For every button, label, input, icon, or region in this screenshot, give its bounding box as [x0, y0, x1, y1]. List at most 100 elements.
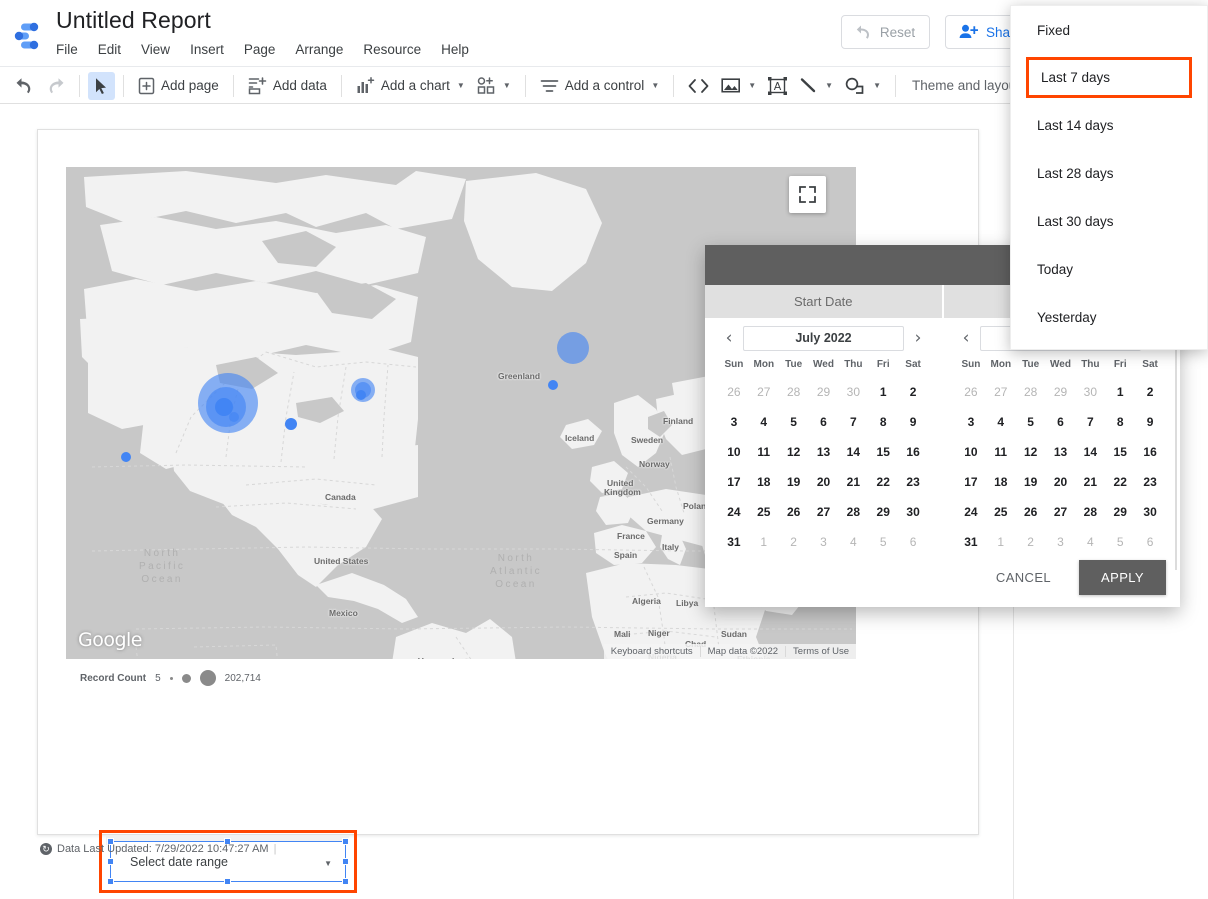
add-data-button[interactable]: Add data — [242, 72, 333, 100]
day-cell[interactable]: 1 — [986, 531, 1016, 554]
day-cell[interactable]: 29 — [1046, 381, 1076, 404]
menu-arrange[interactable]: Arrange — [295, 41, 354, 58]
day-cell[interactable]: 14 — [1075, 441, 1105, 464]
day-cell[interactable]: 30 — [1135, 501, 1165, 524]
day-cell[interactable]: 2 — [1135, 381, 1165, 404]
resize-handle-se[interactable] — [342, 878, 349, 885]
day-cell[interactable]: 25 — [986, 501, 1016, 524]
menu-help[interactable]: Help — [441, 41, 480, 58]
day-cell[interactable]: 4 — [1075, 531, 1105, 554]
day-cell[interactable]: 6 — [1046, 411, 1076, 434]
dropdown-item-last-7-days[interactable]: Last 7 days — [1026, 57, 1192, 98]
day-cell[interactable]: 25 — [749, 501, 779, 524]
resize-handle-ne[interactable] — [342, 838, 349, 845]
dropdown-item-today[interactable]: Today — [1011, 245, 1207, 293]
day-cell[interactable]: 29 — [868, 501, 898, 524]
day-cell[interactable]: 19 — [1016, 471, 1046, 494]
day-cell[interactable]: 23 — [1135, 471, 1165, 494]
day-cell[interactable]: 2 — [898, 381, 928, 404]
day-cell[interactable]: 31 — [719, 531, 749, 554]
day-cell[interactable]: 22 — [868, 471, 898, 494]
day-cell[interactable]: 10 — [956, 441, 986, 464]
day-cell[interactable]: 13 — [809, 441, 839, 464]
undo-button[interactable] — [9, 72, 40, 100]
day-cell[interactable]: 27 — [986, 381, 1016, 404]
cancel-button[interactable]: CANCEL — [982, 562, 1065, 593]
map-bubble[interactable] — [229, 412, 239, 422]
resize-handle-e[interactable] — [342, 858, 349, 865]
redo-button[interactable] — [40, 72, 71, 100]
resize-handle-w[interactable] — [107, 858, 114, 865]
day-cell[interactable]: 5 — [1016, 411, 1046, 434]
day-cell[interactable]: 26 — [719, 381, 749, 404]
dropdown-item-last-30-days[interactable]: Last 30 days — [1011, 197, 1207, 245]
menu-page[interactable]: Page — [244, 41, 287, 58]
day-cell[interactable]: 22 — [1105, 471, 1135, 494]
day-cell[interactable]: 19 — [779, 471, 809, 494]
day-cell[interactable]: 2 — [779, 531, 809, 554]
day-cell[interactable]: 6 — [809, 411, 839, 434]
day-cell[interactable]: 6 — [1135, 531, 1165, 554]
chevron-left-icon[interactable]: ‹ — [719, 329, 739, 347]
add-page-button[interactable]: Add page — [132, 72, 225, 100]
map-bubble[interactable] — [121, 452, 131, 462]
day-cell[interactable]: 28 — [838, 501, 868, 524]
add-control-button[interactable]: Add a control ▼ — [534, 72, 665, 100]
day-cell[interactable]: 11 — [986, 441, 1016, 464]
day-cell[interactable]: 5 — [1105, 531, 1135, 554]
add-chart-button[interactable]: Add a chart ▼ — [350, 72, 471, 100]
day-cell[interactable]: 29 — [809, 381, 839, 404]
day-cell[interactable]: 30 — [1075, 381, 1105, 404]
day-cell[interactable]: 30 — [838, 381, 868, 404]
dropdown-item-fixed[interactable]: Fixed — [1011, 6, 1207, 54]
date-picker-scrollbar[interactable] — [1175, 340, 1177, 570]
day-cell[interactable]: 4 — [838, 531, 868, 554]
day-cell[interactable]: 16 — [898, 441, 928, 464]
day-cell[interactable]: 27 — [749, 381, 779, 404]
day-cell[interactable]: 23 — [898, 471, 928, 494]
day-cell[interactable]: 12 — [779, 441, 809, 464]
day-cell[interactable]: 3 — [1046, 531, 1076, 554]
day-cell[interactable]: 26 — [779, 501, 809, 524]
day-cell[interactable]: 28 — [1016, 381, 1046, 404]
day-cell[interactable]: 9 — [898, 411, 928, 434]
day-cell[interactable]: 4 — [749, 411, 779, 434]
day-cell[interactable]: 1 — [868, 381, 898, 404]
menu-resource[interactable]: Resource — [363, 41, 432, 58]
embed-code-button[interactable] — [682, 72, 715, 100]
day-cell[interactable]: 3 — [719, 411, 749, 434]
insert-line-button[interactable]: ▼ — [793, 72, 839, 100]
day-cell[interactable]: 30 — [898, 501, 928, 524]
map-bubble[interactable] — [285, 418, 297, 430]
refresh-data-icon[interactable]: ↻ — [40, 843, 52, 855]
day-cell[interactable]: 8 — [1105, 411, 1135, 434]
menu-file[interactable]: File — [56, 41, 89, 58]
day-cell[interactable]: 3 — [809, 531, 839, 554]
day-cell[interactable]: 20 — [1046, 471, 1076, 494]
day-cell[interactable]: 21 — [1075, 471, 1105, 494]
chevron-right-icon[interactable]: › — [908, 329, 928, 347]
insert-shape-button[interactable]: ▼ — [839, 72, 887, 100]
day-cell[interactable]: 31 — [956, 531, 986, 554]
day-cell[interactable]: 26 — [1016, 501, 1046, 524]
day-cell[interactable]: 7 — [838, 411, 868, 434]
day-cell[interactable]: 4 — [986, 411, 1016, 434]
resize-handle-s[interactable] — [224, 878, 231, 885]
terms-of-use-link[interactable]: Terms of Use — [785, 646, 856, 657]
add-community-viz-button[interactable]: ▼ — [471, 72, 517, 100]
day-cell[interactable]: 15 — [868, 441, 898, 464]
keyboard-shortcuts-link[interactable]: Keyboard shortcuts — [604, 646, 700, 657]
report-title[interactable]: Untitled Report — [56, 7, 211, 34]
day-cell[interactable]: 28 — [779, 381, 809, 404]
tab-start-date[interactable]: Start Date — [705, 285, 944, 318]
day-cell[interactable]: 10 — [719, 441, 749, 464]
day-cell[interactable]: 18 — [749, 471, 779, 494]
day-cell[interactable]: 2 — [1016, 531, 1046, 554]
day-cell[interactable]: 24 — [956, 501, 986, 524]
day-cell[interactable]: 7 — [1075, 411, 1105, 434]
day-cell[interactable]: 13 — [1046, 441, 1076, 464]
day-cell[interactable]: 21 — [838, 471, 868, 494]
dropdown-item-last-28-days[interactable]: Last 28 days — [1011, 149, 1207, 197]
dropdown-item-last-14-days[interactable]: Last 14 days — [1011, 101, 1207, 149]
day-cell[interactable]: 27 — [809, 501, 839, 524]
